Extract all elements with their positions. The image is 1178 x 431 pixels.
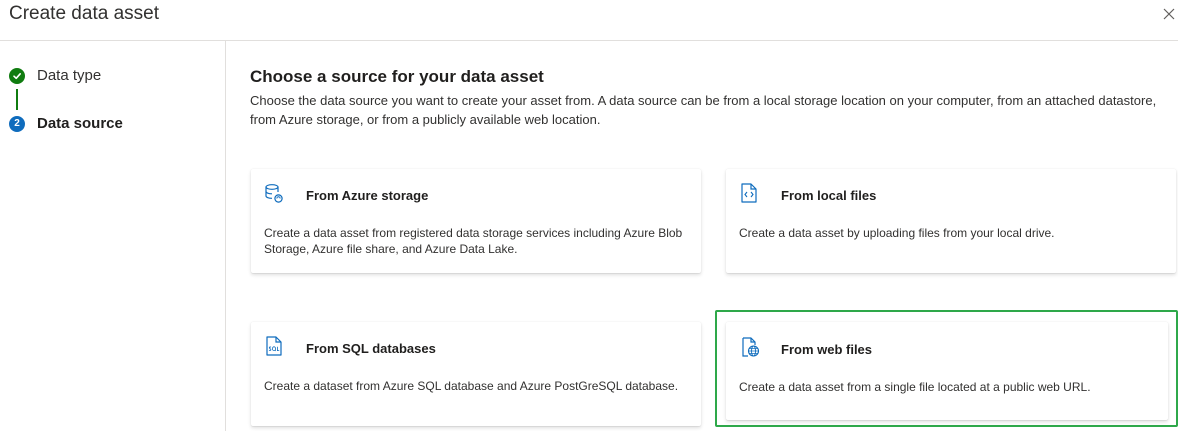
source-card-web-files[interactable]: From web files Create a data asset from … [715,310,1178,427]
section-description: Choose the data source you want to creat… [250,93,1157,127]
dialog-title: Create data asset [9,3,159,24]
step-label: Data type [37,67,102,84]
wizard-steps: Data type 2 Data source [0,41,226,431]
step-data-source[interactable]: 2 Data source [9,115,123,132]
step-connector [16,89,18,110]
checkmark-icon [13,72,21,79]
card-description: Create a dataset from Azure SQL database… [264,379,679,393]
card-title: From local files [781,188,877,203]
card-title: From Azure storage [306,188,429,203]
section-title: Choose a source for your data asset [250,67,544,86]
step-data-type[interactable]: Data type [9,67,101,84]
card-title: From SQL databases [306,341,436,356]
step-complete-badge [9,67,25,84]
source-card-sql-databases[interactable]: From SQL databases Create a dataset from… [251,322,701,426]
card-shadow [726,322,1168,420]
source-card-azure-storage[interactable]: From Azure storage Create a data asset f… [251,169,701,273]
step-label: Data source [37,115,123,132]
web-file-icon [742,337,760,357]
card-description: Create a data asset from registered data… [264,226,683,256]
source-card-local-files[interactable]: From local files Create a data asset by … [726,169,1176,273]
card-description: Create a data asset by uploading files f… [739,226,1055,240]
card-description: Create a data asset from a single file l… [739,380,1091,394]
sql-file-icon [266,336,282,356]
step-number-badge: 2 [9,115,25,132]
close-button[interactable] [1160,3,1178,25]
code-file-icon [741,183,757,203]
close-icon [1163,8,1175,20]
card-title: From web files [781,342,873,357]
dialog-header: Create data asset [0,0,1178,41]
storage-icon [265,184,283,203]
